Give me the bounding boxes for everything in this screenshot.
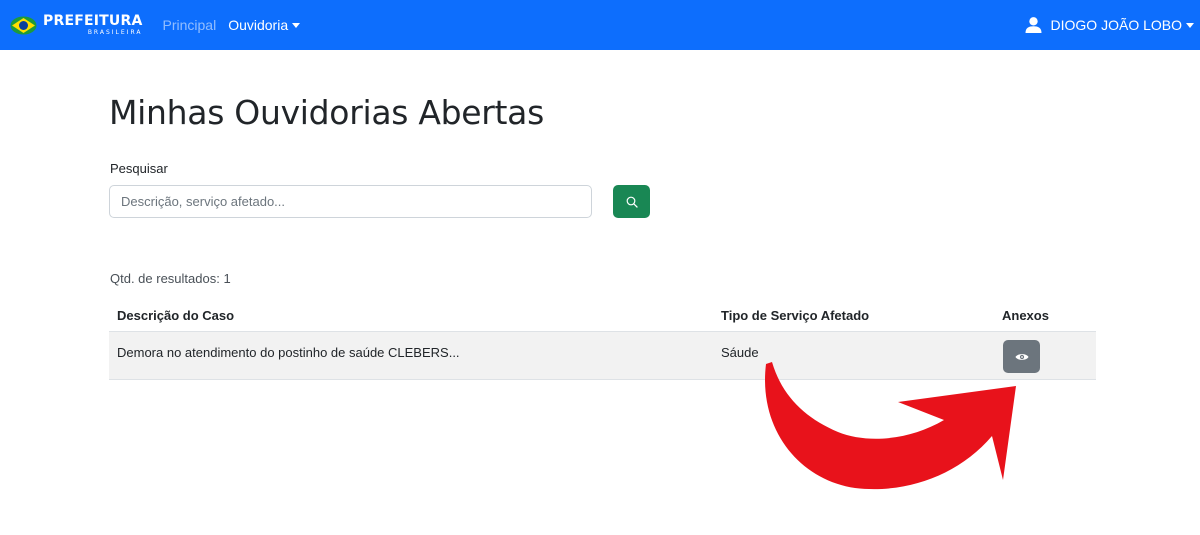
cell-tipo-servico: Sáude bbox=[721, 345, 759, 360]
nav-dropdown-label: Ouvidoria bbox=[228, 17, 289, 33]
annotation-arrow bbox=[765, 362, 1016, 490]
search-button[interactable] bbox=[613, 185, 650, 218]
header-tipo-servico: Tipo de Serviço Afetado bbox=[721, 308, 870, 323]
brazil-flag-icon bbox=[10, 16, 37, 35]
search-label: Pesquisar bbox=[110, 161, 168, 176]
search-input[interactable] bbox=[109, 185, 592, 218]
brand-name: PREFEITURA bbox=[43, 13, 143, 29]
caret-down-icon bbox=[292, 23, 301, 28]
top-navbar: PREFEITURA BRASILEIRA Principal Ouvidori… bbox=[0, 0, 1200, 50]
cell-descricao: Demora no atendimento do postinho de saú… bbox=[117, 345, 460, 360]
page-title: Minhas Ouvidorias Abertas bbox=[109, 93, 544, 132]
brand-subtitle: BRASILEIRA bbox=[87, 29, 143, 36]
results-count: Qtd. de resultados: 1 bbox=[110, 271, 231, 286]
caret-down-icon bbox=[1186, 22, 1194, 28]
eye-icon bbox=[1015, 353, 1028, 360]
search-icon bbox=[626, 196, 638, 208]
brand-logo[interactable]: PREFEITURA BRASILEIRA bbox=[10, 0, 142, 50]
nav-dropdown-ouvidoria[interactable]: Ouvidoria bbox=[228, 17, 301, 33]
user-name: DIOGO JOÃO LOBO bbox=[1050, 17, 1182, 33]
nav-link-principal[interactable]: Principal bbox=[162, 17, 216, 33]
ouvidorias-table: Descrição do Caso Tipo de Serviço Afetad… bbox=[109, 300, 1096, 380]
view-attachments-button[interactable] bbox=[1003, 340, 1040, 373]
header-anexos: Anexos bbox=[1002, 308, 1049, 323]
table-header: Descrição do Caso Tipo de Serviço Afetad… bbox=[109, 300, 1096, 332]
table-row: Demora no atendimento do postinho de saú… bbox=[109, 332, 1096, 380]
user-menu-dropdown[interactable]: DIOGO JOÃO LOBO bbox=[1025, 0, 1194, 50]
user-icon bbox=[1025, 17, 1042, 33]
header-descricao: Descrição do Caso bbox=[117, 308, 235, 323]
